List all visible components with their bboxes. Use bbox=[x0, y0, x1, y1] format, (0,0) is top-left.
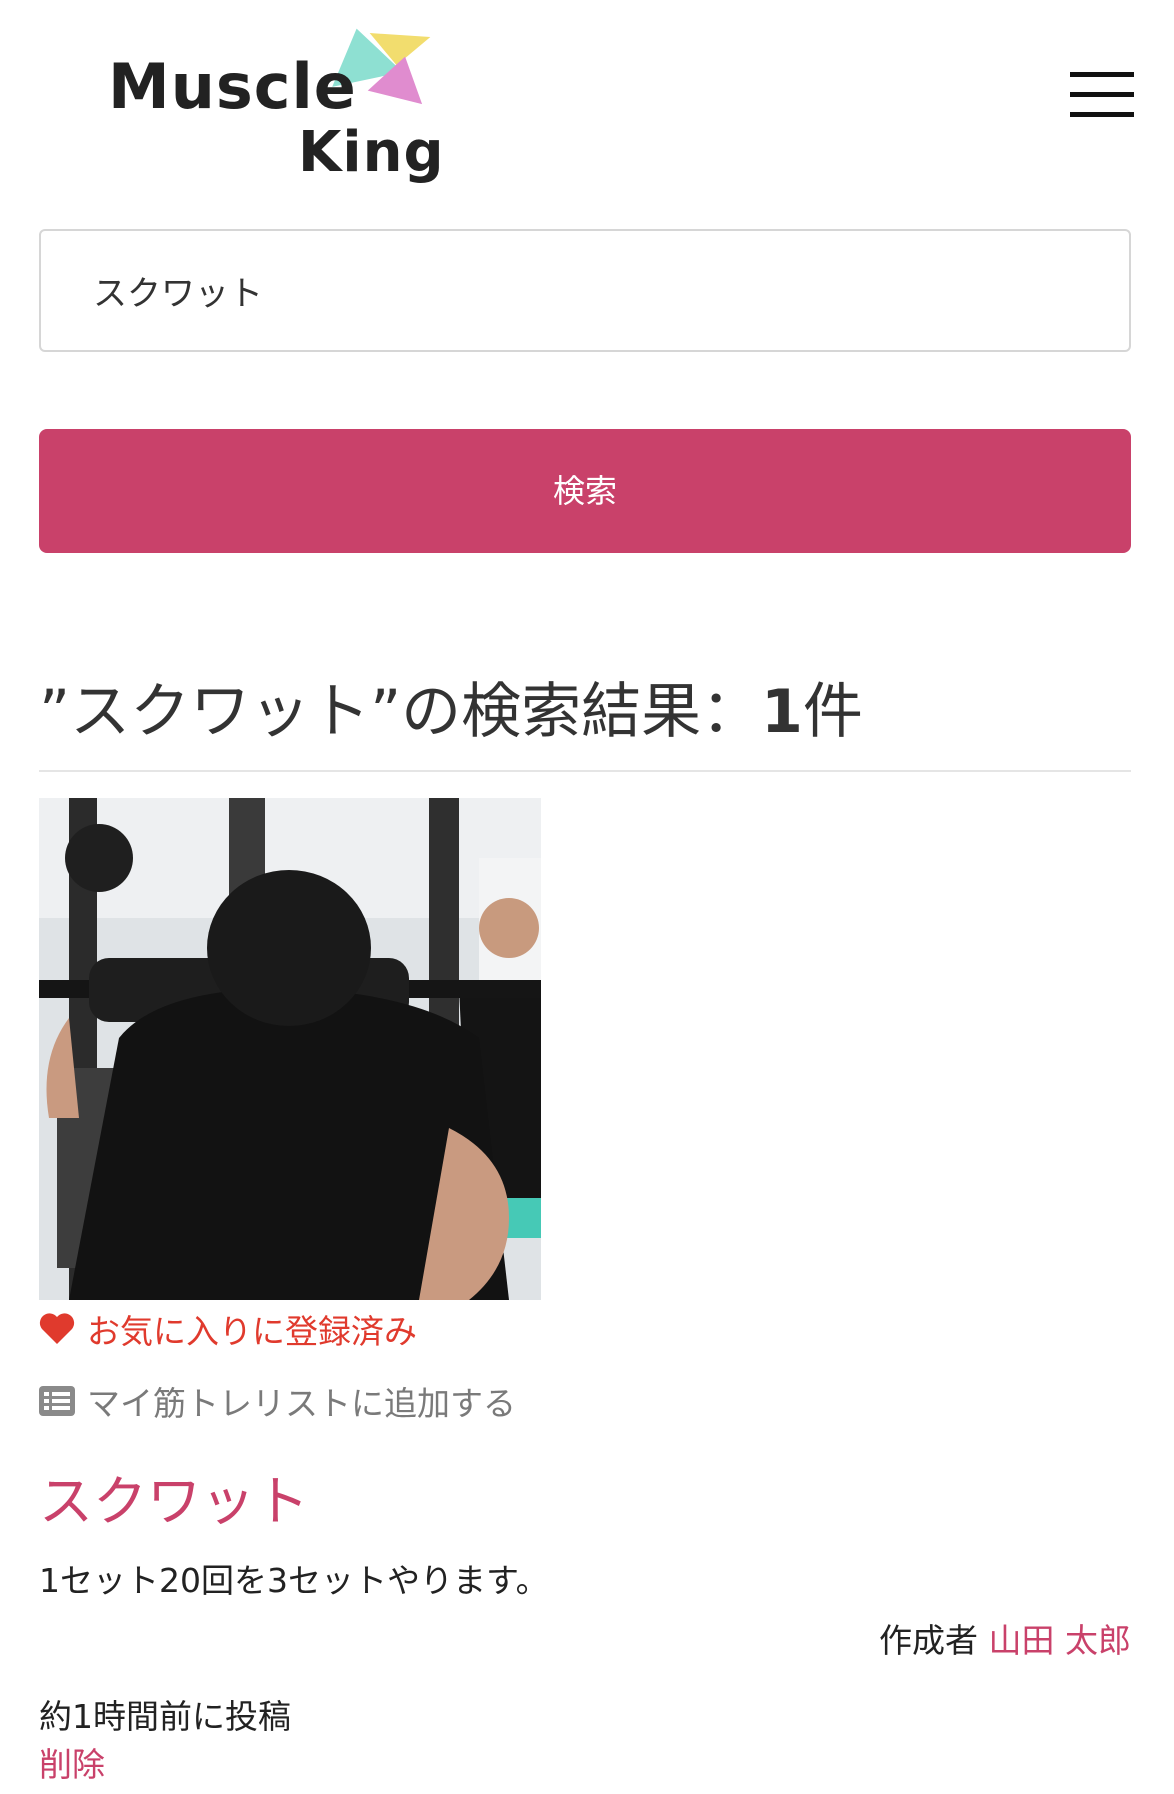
post-description: 1セット20回を3セットやります。 bbox=[39, 1561, 549, 1600]
post-author: 作成者 山田 太郎 bbox=[879, 1618, 1131, 1664]
post-title-link[interactable]: スクワット bbox=[39, 1470, 309, 1534]
site-header: Muscle King bbox=[0, 0, 1174, 210]
favorite-toggle[interactable]: お気に入りに登録済み bbox=[39, 1306, 417, 1352]
delete-link[interactable]: 削除 bbox=[39, 1742, 105, 1788]
results-count: 1 bbox=[761, 677, 803, 747]
favorite-label: お気に入りに登録済み bbox=[87, 1312, 417, 1351]
list-icon bbox=[39, 1386, 75, 1416]
post-thumbnail[interactable] bbox=[39, 798, 541, 1300]
author-name-link[interactable]: 山田 太郎 bbox=[989, 1621, 1132, 1660]
search-button[interactable]: 検索 bbox=[39, 429, 1131, 553]
divider bbox=[39, 770, 1131, 772]
hamburger-menu-icon[interactable] bbox=[1070, 72, 1134, 118]
mylist-label: マイ筋トレリストに追加する bbox=[87, 1384, 516, 1423]
logo-pink-triangle bbox=[367, 49, 433, 105]
search-results-heading: ”スクワット”の検索結果：1件 bbox=[39, 672, 863, 752]
logo-king-text: King bbox=[298, 120, 445, 185]
posted-time: 約1時間前に投稿 bbox=[39, 1697, 291, 1736]
muscle-king-logo[interactable]: Muscle King bbox=[108, 4, 444, 193]
results-count-suffix: 件 bbox=[802, 677, 863, 747]
add-to-mylist-link[interactable]: マイ筋トレリストに追加する bbox=[39, 1378, 516, 1424]
results-heading-prefix: ”スクワット”の検索結果： bbox=[39, 677, 762, 747]
search-input[interactable] bbox=[39, 229, 1131, 352]
author-label: 作成者 bbox=[879, 1621, 978, 1660]
heart-icon bbox=[39, 1313, 75, 1344]
logo-muscle-text: Muscle bbox=[108, 50, 357, 123]
squat-photo-illustration bbox=[39, 798, 541, 1300]
